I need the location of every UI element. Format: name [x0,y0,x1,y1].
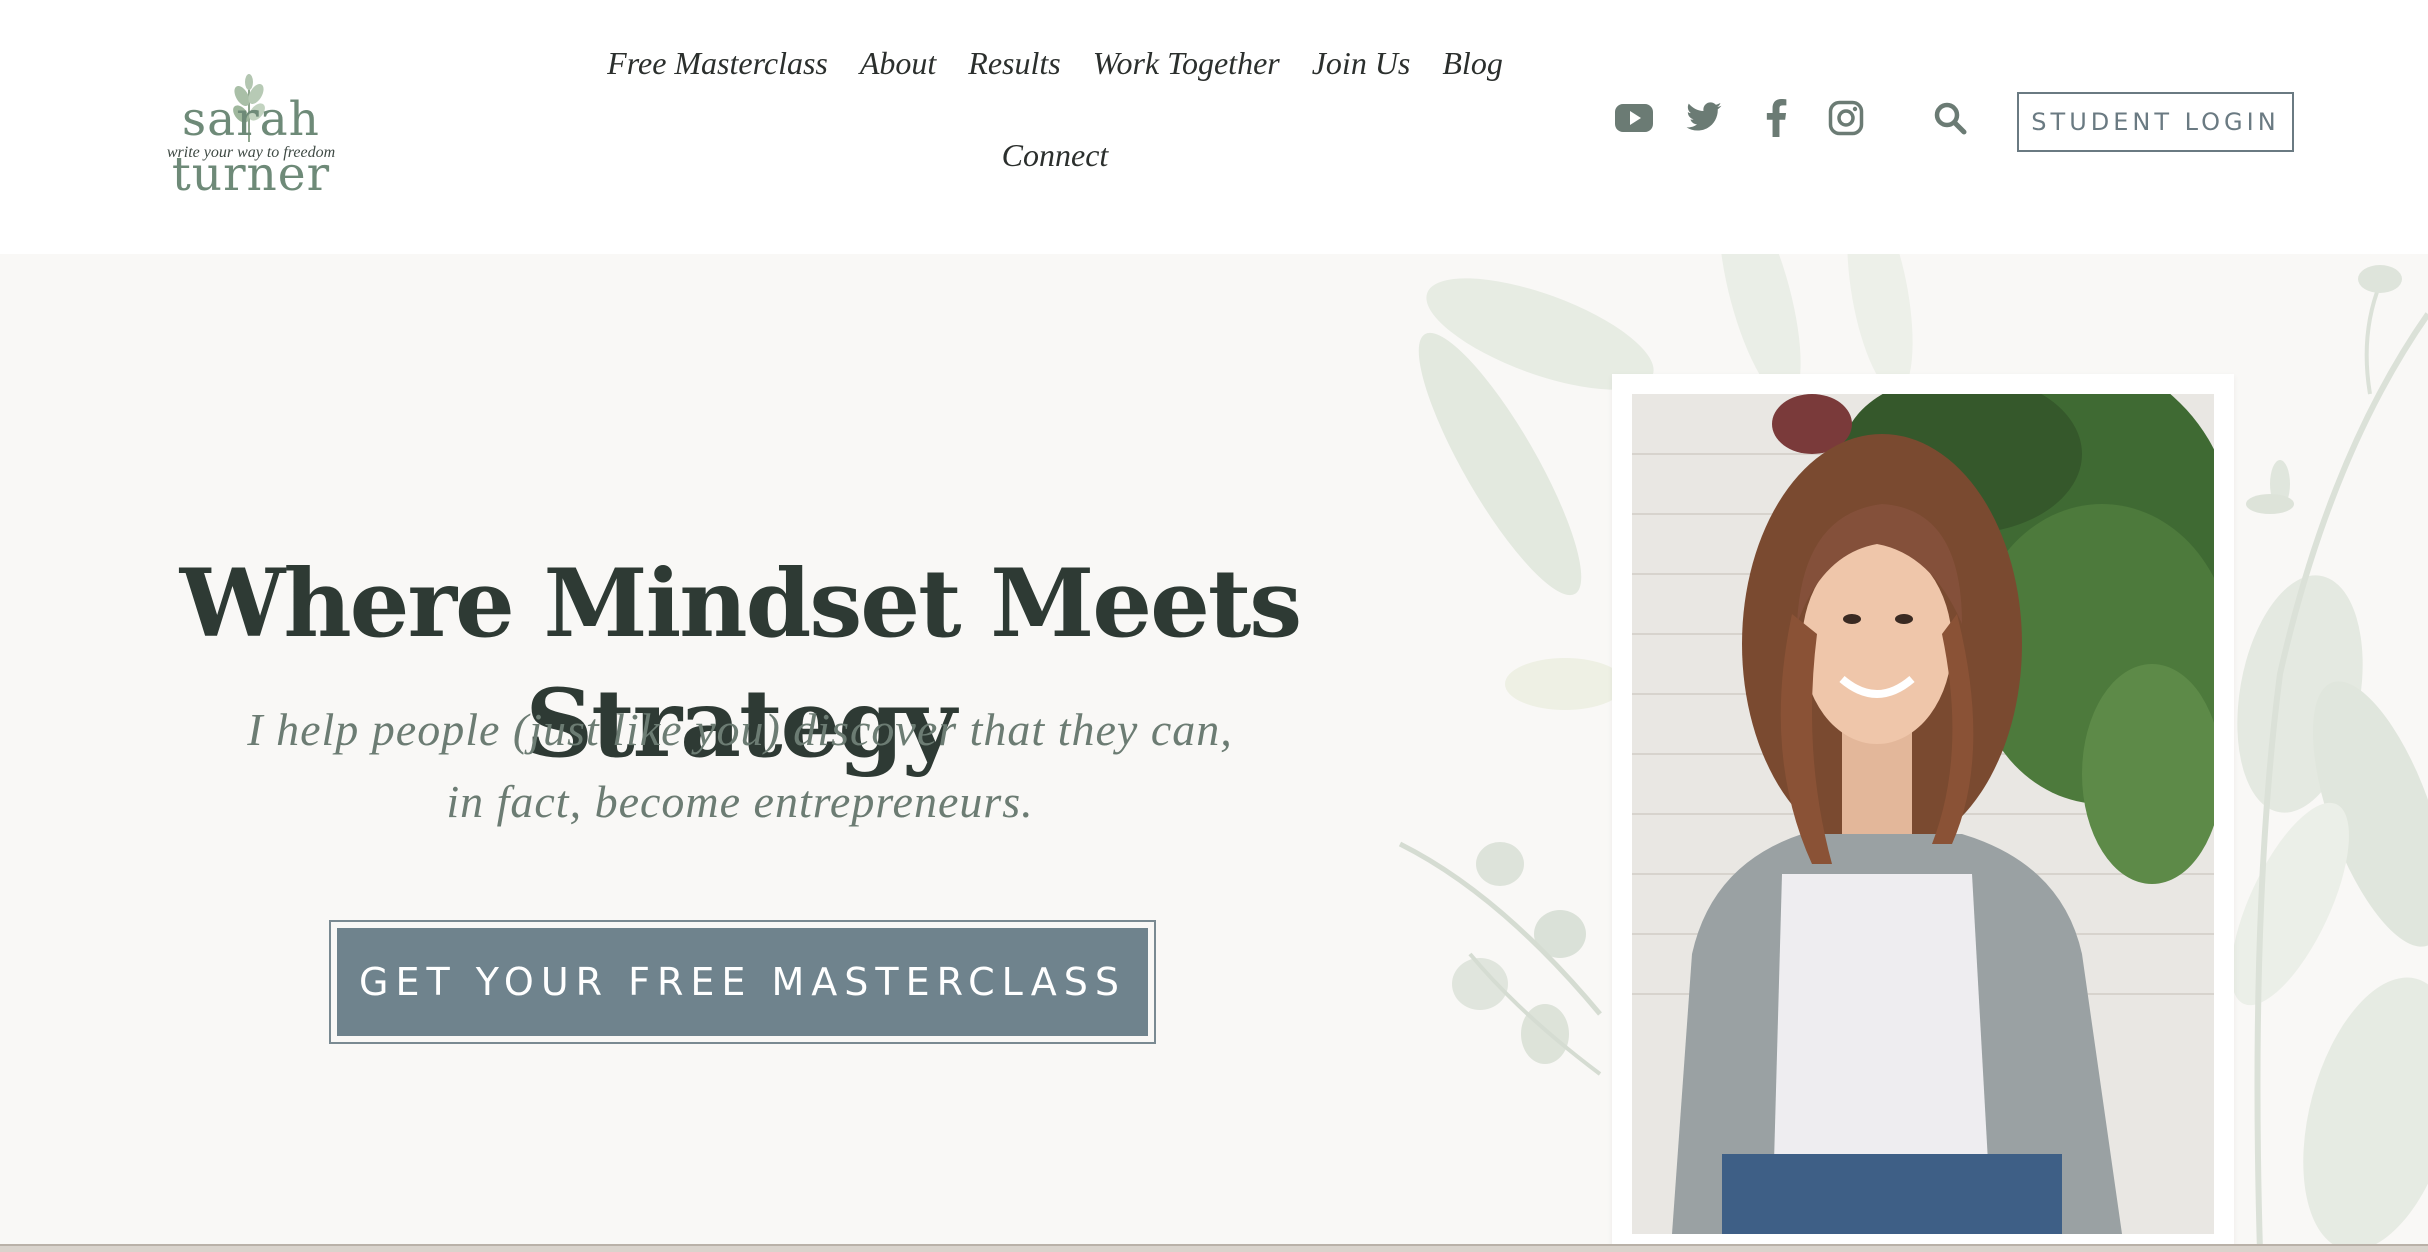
nav-item-results[interactable]: Results [968,40,1060,86]
instagram-icon[interactable] [1824,96,1868,140]
nav-item-about[interactable]: About [860,40,936,86]
facebook-icon[interactable] [1754,96,1798,140]
brand-tagline: write your way to freedom [166,144,336,161]
hero-section: Where Mindset Meets Strategy I help peop… [0,254,2428,1252]
portrait-photo [1632,394,2214,1234]
twitter-icon[interactable] [1682,96,1726,140]
free-masterclass-cta-button[interactable]: GET YOUR FREE MASTERCLASS [329,920,1156,1044]
nav-item-join-us[interactable]: Join Us [1312,40,1411,86]
youtube-icon[interactable] [1612,96,1656,140]
search-icon[interactable] [1928,96,1972,140]
social-links [1612,96,1972,140]
main-navigation: Free Masterclass About Results Work Toge… [590,40,1520,220]
student-login-button[interactable]: STUDENT LOGIN [2017,92,2294,152]
portrait-photo-frame [1612,374,2234,1252]
nav-item-work-together[interactable]: Work Together [1093,40,1280,86]
hero-subtext-line-1: I help people (just like you) discover t… [247,704,1233,755]
site-header: sarah turner write your way to freedom F… [0,0,2428,254]
brand-logo[interactable]: sarah turner write your way to freedom [96,74,406,202]
hero-subtext-line-2: in fact, become entrepreneurs. [446,776,1034,827]
nav-item-free-masterclass[interactable]: Free Masterclass [607,40,828,86]
nav-item-connect[interactable]: Connect [1002,132,1109,178]
cta-button-label: GET YOUR FREE MASTERCLASS [337,928,1148,1036]
hero-subtext: I help people (just like you) discover t… [140,694,1340,838]
nav-item-blog[interactable]: Blog [1442,40,1502,86]
section-divider [0,1244,2428,1252]
